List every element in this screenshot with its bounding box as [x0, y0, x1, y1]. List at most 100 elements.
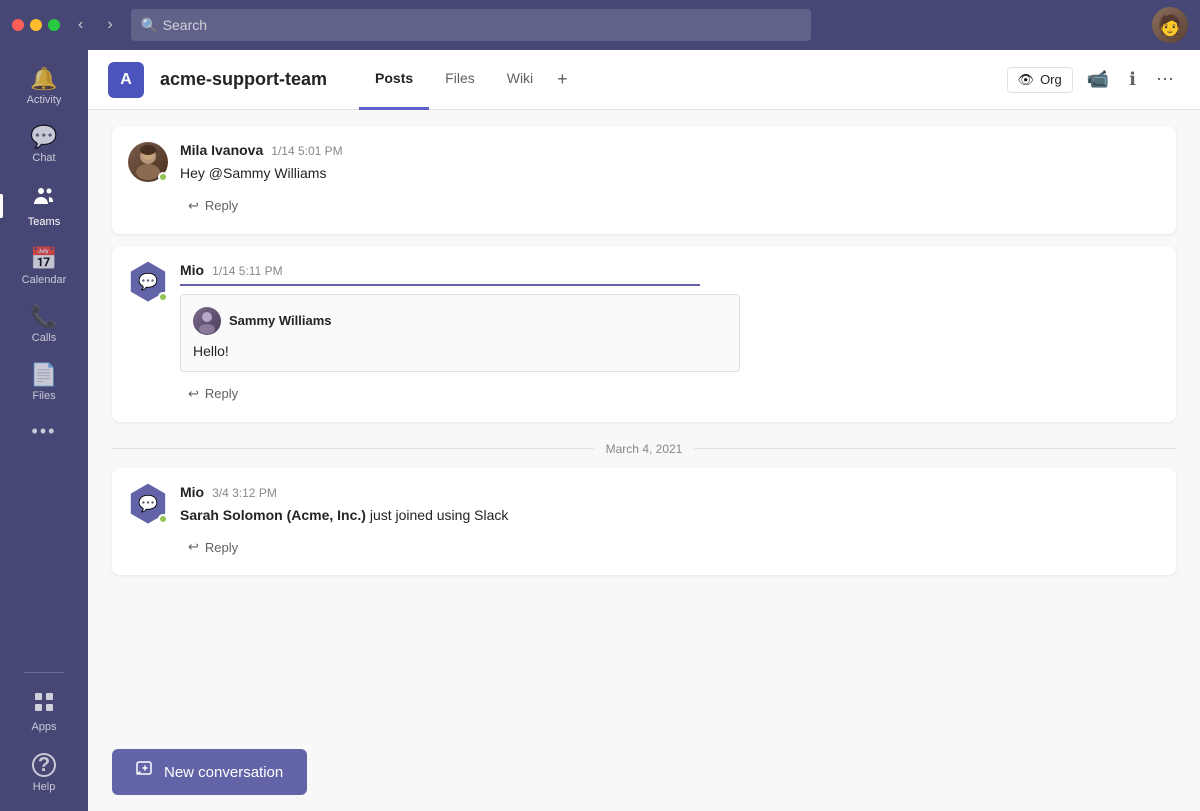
more-actions-button[interactable]: ⋯	[1150, 63, 1180, 96]
avatar-mila	[128, 142, 168, 182]
message-author-1: Mila Ivanova	[180, 142, 263, 158]
sidebar-item-calendar[interactable]: 📅 Calendar	[8, 238, 80, 296]
message-text-3: Sarah Solomon (Acme, Inc.) just joined u…	[180, 506, 1160, 526]
more-actions-icon: ⋯	[1156, 69, 1174, 89]
mio-chat-icon-2: 💬	[138, 494, 158, 514]
message-thread-3: 💬 Mio 3/4 3:12 PM Sarah Solomon (Acme, I…	[112, 468, 1176, 576]
sidebar-label-chat: Chat	[32, 152, 55, 164]
reply-icon-2: ↩	[188, 386, 199, 402]
message-meta-1: Mila Ivanova 1/14 5:01 PM	[180, 142, 1160, 158]
tab-files[interactable]: Files	[429, 50, 491, 110]
message-meta-2: Mio 1/14 5:11 PM	[180, 262, 1160, 278]
sidebar-label-teams: Teams	[28, 216, 60, 228]
channel-name: acme-support-team	[160, 69, 327, 90]
teams-icon	[32, 184, 56, 212]
tab-wiki[interactable]: Wiki	[491, 50, 549, 110]
message-thread-1: Mila Ivanova 1/14 5:01 PM Hey @Sammy Wil…	[112, 126, 1176, 234]
forward-button[interactable]: ›	[101, 12, 118, 38]
sidebar-item-activity[interactable]: 🔔 Activity	[8, 58, 80, 116]
reply-icon-3: ↩	[188, 539, 199, 555]
files-icon: 📄	[30, 364, 57, 386]
sidebar-label-apps: Apps	[31, 721, 56, 733]
add-tab-button[interactable]: +	[549, 50, 576, 110]
more-icon: •••	[32, 422, 57, 440]
sidebar-label-activity: Activity	[27, 94, 62, 106]
message-author-3: Mio	[180, 484, 204, 500]
thread-content-2: Mio 1/14 5:11 PM Sammy Wil	[180, 262, 1160, 406]
main-layout: 🔔 Activity 💬 Chat Teams 📅 Calendar 📞	[0, 50, 1200, 811]
quoted-name: Sammy Williams	[229, 313, 331, 328]
help-icon: ?	[32, 753, 56, 777]
bold-name: Sarah Solomon (Acme, Inc.)	[180, 507, 366, 523]
org-button[interactable]: 👁 Org	[1007, 67, 1073, 93]
chat-icon: 💬	[30, 126, 57, 148]
sidebar-label-help: Help	[33, 781, 56, 793]
status-dot-mio-2	[158, 514, 168, 524]
sidebar-item-apps[interactable]: Apps	[8, 681, 80, 743]
org-icon: 👁	[1018, 72, 1035, 88]
sidebar: 🔔 Activity 💬 Chat Teams 📅 Calendar 📞	[0, 50, 88, 811]
reply-button-1[interactable]: ↩ Reply	[180, 194, 246, 218]
message-time-3: 3/4 3:12 PM	[212, 486, 277, 500]
calls-icon: 📞	[30, 306, 57, 328]
calendar-icon: 📅	[30, 248, 57, 270]
sidebar-label-calls: Calls	[32, 332, 56, 344]
channel-header: A acme-support-team Posts Files Wiki + 👁…	[88, 50, 1200, 110]
thread-content-3: Mio 3/4 3:12 PM Sarah Solomon (Acme, Inc…	[180, 484, 1160, 560]
sidebar-item-teams[interactable]: Teams	[8, 174, 80, 238]
sidebar-item-chat[interactable]: 💬 Chat	[8, 116, 80, 174]
search-wrapper: 🔍	[131, 9, 811, 41]
thread-content-1: Mila Ivanova 1/14 5:01 PM Hey @Sammy Wil…	[180, 142, 1160, 218]
maximize-dot[interactable]	[48, 19, 60, 31]
close-dot[interactable]	[12, 19, 24, 31]
channel-tabs: Posts Files Wiki +	[359, 50, 576, 110]
sidebar-item-help[interactable]: ? Help	[8, 743, 80, 803]
sidebar-item-files[interactable]: 📄 Files	[8, 354, 80, 412]
video-icon: 📹	[1087, 69, 1109, 89]
title-bar: ‹ › 🔍 🧑	[0, 0, 1200, 50]
sidebar-item-calls[interactable]: 📞 Calls	[8, 296, 80, 354]
quoted-text: Hello!	[193, 343, 727, 359]
message-text-1: Hey @Sammy Williams	[180, 164, 1160, 184]
date-divider: March 4, 2021	[112, 442, 1176, 456]
info-button[interactable]: ℹ	[1123, 63, 1142, 96]
channel-actions: 👁 Org 📹 ℹ ⋯	[1007, 63, 1180, 96]
activity-icon: 🔔	[30, 68, 57, 90]
channel-icon: A	[108, 62, 144, 98]
mio-chat-icon-1: 💬	[138, 272, 158, 292]
new-conv-icon	[136, 761, 154, 783]
messages-area: Mila Ivanova 1/14 5:01 PM Hey @Sammy Wil…	[88, 110, 1200, 737]
quoted-card: Sammy Williams Hello!	[180, 294, 740, 372]
message-meta-3: Mio 3/4 3:12 PM	[180, 484, 1160, 500]
quoted-avatar	[193, 307, 221, 335]
quoted-user: Sammy Williams	[193, 307, 727, 335]
apps-icon	[33, 691, 55, 717]
sidebar-label-files: Files	[32, 390, 55, 402]
message-time-2: 1/14 5:11 PM	[212, 264, 283, 278]
message-author-2: Mio	[180, 262, 204, 278]
avatar-mio-1: 💬	[128, 262, 168, 302]
reply-icon-1: ↩	[188, 198, 199, 214]
user-avatar-top[interactable]: 🧑	[1152, 7, 1188, 43]
status-dot-mila	[158, 172, 168, 182]
sidebar-item-more[interactable]: •••	[8, 412, 80, 450]
minimize-dot[interactable]	[30, 19, 42, 31]
search-input[interactable]	[131, 9, 811, 41]
tab-posts[interactable]: Posts	[359, 50, 429, 110]
window-controls	[12, 19, 60, 31]
status-dot-mio-1	[158, 292, 168, 302]
compose-area: New conversation	[88, 737, 1200, 811]
thread-separator	[180, 284, 700, 286]
reply-button-2[interactable]: ↩ Reply	[180, 382, 246, 406]
message-time-1: 1/14 5:01 PM	[271, 144, 342, 158]
sidebar-label-calendar: Calendar	[22, 274, 67, 286]
content-area: A acme-support-team Posts Files Wiki + 👁…	[88, 50, 1200, 811]
back-button[interactable]: ‹	[72, 12, 89, 38]
info-icon: ℹ	[1129, 69, 1136, 89]
reply-button-3[interactable]: ↩ Reply	[180, 535, 246, 559]
message-thread-2: 💬 Mio 1/14 5:11 PM	[112, 246, 1176, 422]
join-text: just joined using Slack	[366, 507, 508, 523]
video-button[interactable]: 📹	[1081, 63, 1115, 96]
avatar-mio-2: 💬	[128, 484, 168, 524]
new-conversation-button[interactable]: New conversation	[112, 749, 307, 795]
